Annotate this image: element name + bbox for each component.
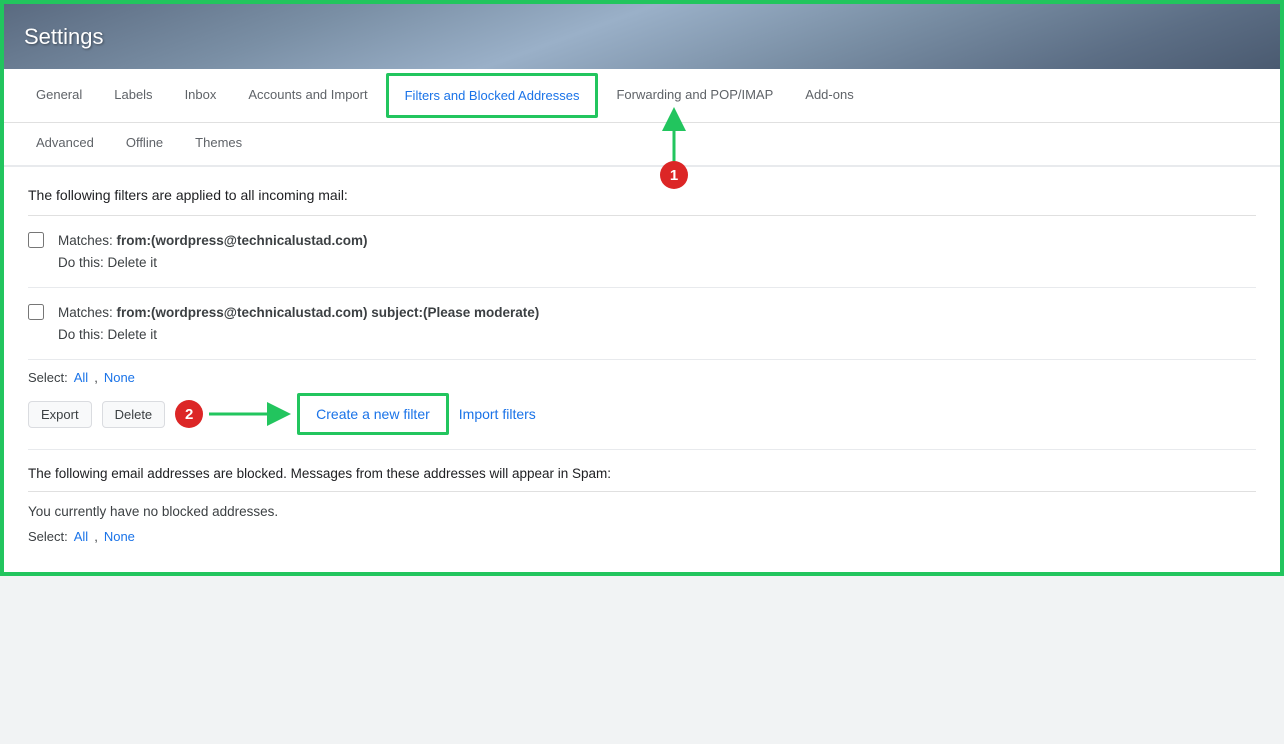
tab-offline[interactable]: Offline [110, 123, 179, 165]
export-button[interactable]: Export [28, 401, 92, 428]
filter-matches-label-1: Matches: [58, 233, 117, 248]
settings-header: Settings [4, 4, 1280, 69]
blocked-select-row: Select: All, None [28, 529, 1256, 544]
filter-checkbox-1[interactable] [28, 232, 44, 248]
filter-action-value-1: Delete it [108, 255, 158, 270]
annotation-badge-2: 2 [175, 400, 203, 428]
filter-matches-label-2: Matches: [58, 305, 117, 320]
blocked-section-title: The following email addresses are blocke… [28, 466, 1256, 481]
tab-themes[interactable]: Themes [179, 123, 258, 165]
blocked-select-none-link[interactable]: None [104, 529, 135, 544]
nav-tabs-row2: Advanced Offline Themes [4, 123, 1280, 167]
tab-addons[interactable]: Add-ons [789, 75, 869, 117]
tab-advanced[interactable]: Advanced [20, 123, 110, 165]
filter-checkbox-2[interactable] [28, 304, 44, 320]
tab-forwarding-pop[interactable]: Forwarding and POP/IMAP [600, 75, 789, 117]
filter-item-1: Matches: from:(wordpress@technicalustad.… [28, 216, 1256, 288]
no-blocked-msg: You currently have no blocked addresses. [28, 504, 1256, 519]
filter-action-value-2: Delete it [108, 327, 158, 342]
blocked-select-label: Select: [28, 529, 68, 544]
create-filter-link[interactable]: Create a new filter [297, 393, 449, 435]
tab-filters-blocked[interactable]: Filters and Blocked Addresses [386, 73, 599, 118]
select-row: Select: All, None [28, 370, 1256, 385]
filter-actions: Select: All, None Export Delete 2 [28, 360, 1256, 450]
tab-labels[interactable]: Labels [98, 75, 168, 117]
filter-action-label-2: Do this: [58, 327, 108, 342]
btn-row: Export Delete 2 [28, 393, 1256, 435]
tab-accounts-import[interactable]: Accounts and Import [232, 75, 383, 117]
filter-matches-value-2: from:(wordpress@technicalustad.com) subj… [117, 305, 540, 320]
select-none-link[interactable]: None [104, 370, 135, 385]
filter-matches-value-1: from:(wordpress@technicalustad.com) [117, 233, 368, 248]
delete-button[interactable]: Delete [102, 401, 166, 428]
tab-general[interactable]: General [20, 75, 98, 117]
select-all-link[interactable]: All [74, 370, 88, 385]
filter-action-label-1: Do this: [58, 255, 108, 270]
filter-text-1: Matches: from:(wordpress@technicalustad.… [58, 230, 368, 273]
select-label: Select: [28, 370, 68, 385]
main-content: The following filters are applied to all… [4, 167, 1280, 572]
filter-text-2: Matches: from:(wordpress@technicalustad.… [58, 302, 539, 345]
page-title: Settings [24, 24, 104, 50]
nav-tabs-row1: General Labels Inbox Accounts and Import… [4, 69, 1280, 123]
filter-item-2: Matches: from:(wordpress@technicalustad.… [28, 288, 1256, 360]
filters-section-title: The following filters are applied to all… [28, 187, 1256, 203]
blocked-select-all-link[interactable]: All [74, 529, 88, 544]
tab-inbox[interactable]: Inbox [169, 75, 233, 117]
import-filter-link[interactable]: Import filters [459, 406, 536, 422]
